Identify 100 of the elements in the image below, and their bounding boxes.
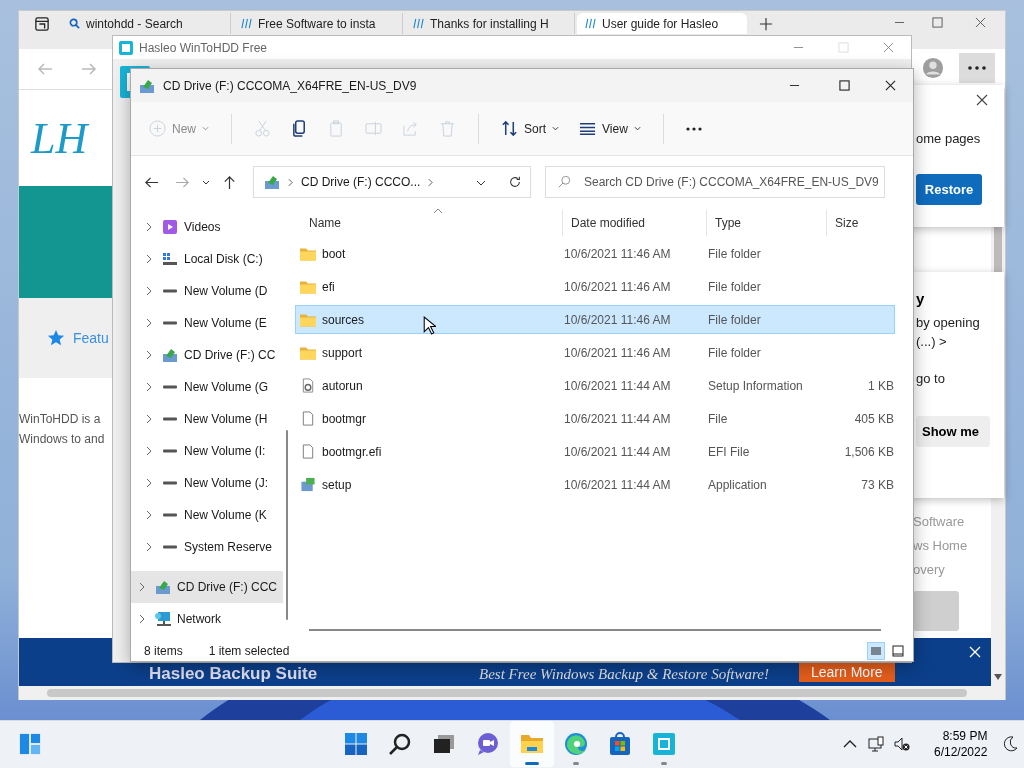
nav-item[interactable]: CD Drive (F:) CCC [131, 571, 283, 603]
new-tab-icon[interactable] [759, 17, 773, 31]
breadcrumb[interactable]: CD Drive (F:) CCCO... [301, 175, 421, 189]
tab-title: User guide for Hasleo [602, 16, 719, 31]
search-icon [557, 175, 571, 189]
up-arrow-icon[interactable] [222, 174, 237, 190]
nav-item[interactable]: New Volume (K [131, 499, 283, 531]
file-row[interactable]: efi 10/6/2021 11:46 AM File folder [295, 272, 895, 301]
browser-tab[interactable]: User guide for Hasleo [577, 13, 747, 34]
network-icon[interactable] [868, 736, 884, 752]
drive-icon [162, 513, 178, 517]
file-row[interactable]: setup 10/6/2021 11:44 AM Application 73 KB [295, 470, 895, 499]
scrollbar[interactable] [286, 430, 288, 620]
nav-item[interactable]: System Reserve [131, 531, 283, 563]
learn-more-button[interactable]: Learn More [799, 662, 895, 682]
table-cell-text: 1,506 KB [843, 444, 894, 459]
chevron-right-icon[interactable] [146, 382, 152, 392]
maximize-icon[interactable] [932, 17, 943, 28]
nav-item[interactable]: New Volume (E [131, 307, 283, 339]
site-logo-icon [413, 18, 424, 29]
address-bar[interactable]: CD Drive (F:) CCCO... [253, 166, 531, 198]
close-icon[interactable] [885, 80, 896, 91]
tab-actions-icon[interactable] [35, 17, 49, 31]
close-icon[interactable] [976, 94, 988, 106]
view-button[interactable]: View [571, 114, 649, 143]
scissors-icon [254, 120, 271, 137]
nav-item[interactable]: New Volume (I: [131, 435, 283, 467]
popup-text: by opening [916, 315, 981, 330]
file-row[interactable]: autorun 10/6/2021 11:44 AM Setup Information 1 KB [295, 371, 895, 400]
caret-icon [202, 126, 209, 131]
plus-circle-icon [149, 120, 166, 137]
details-view-button[interactable] [867, 642, 885, 660]
file-row[interactable]: support 10/6/2021 11:46 AM File folder [295, 338, 895, 367]
chevron-right-icon[interactable] [139, 582, 145, 592]
store-bag-icon [608, 732, 632, 756]
nav-item[interactable]: New Volume (G [131, 371, 283, 403]
chevron-right-icon[interactable] [139, 614, 145, 624]
chevron-right-icon[interactable] [146, 510, 152, 520]
chevron-right-icon[interactable] [146, 478, 152, 488]
speaker-muted-icon[interactable] [894, 736, 910, 752]
file-row[interactable]: sources 10/6/2021 11:46 AM File folder [295, 305, 895, 334]
scrollbar-thumb[interactable] [47, 689, 967, 697]
chevron-right-icon[interactable] [146, 286, 152, 296]
browser-tab[interactable]: Free Software to insta [233, 13, 403, 34]
more-dots-icon[interactable] [959, 53, 995, 83]
moon-icon[interactable] [1003, 736, 1020, 752]
dropdown-caret-icon[interactable] [476, 180, 486, 186]
sort-arrows-icon [501, 120, 518, 137]
file-name: boot [322, 246, 346, 261]
column-header[interactable]: Date modified [563, 210, 707, 236]
chevron-right-icon[interactable] [146, 222, 152, 232]
file-row[interactable]: boot 10/6/2021 11:46 AM File folder [295, 239, 895, 268]
drive-icon [162, 545, 178, 549]
clock-time[interactable]: 8:59 PM [942, 729, 988, 743]
folder-icon [520, 732, 544, 756]
chevron-right-icon[interactable] [146, 254, 152, 264]
clock-date[interactable]: 6/12/2022 [934, 745, 988, 759]
nav-item[interactable]: New Volume (D [131, 275, 283, 307]
caret-icon[interactable] [202, 179, 210, 185]
nav-item[interactable]: Network [131, 603, 283, 635]
sort-button[interactable]: Sort [493, 114, 568, 143]
browser-tab[interactable]: Thanks for installing H [405, 13, 575, 34]
file-name: bootmgr [322, 411, 367, 426]
browser-icon [564, 732, 588, 756]
chevron-right-icon[interactable] [288, 177, 293, 187]
folder-icon [300, 246, 316, 261]
nav-item[interactable]: CD Drive (F:) CC [131, 339, 283, 371]
disc-drive-icon [139, 77, 155, 94]
intro-text: Windows to and [19, 432, 106, 446]
nav-item[interactable]: New Volume (H [131, 403, 283, 435]
column-header[interactable]: Size [827, 210, 905, 236]
browser-tab[interactable]: wintohdd - Search [61, 13, 231, 34]
table-cell-text: 73 KB [860, 477, 894, 492]
chevron-right-icon[interactable] [146, 446, 152, 456]
nav-item[interactable]: Local Disk (C:) [131, 243, 283, 275]
tiles-view-button[interactable] [889, 642, 907, 660]
scrollbar[interactable] [309, 629, 881, 631]
profile-avatar-icon[interactable] [922, 57, 944, 79]
show-me-button[interactable]: Show me [916, 416, 990, 447]
nav-item[interactable]: New Volume (J: [131, 467, 283, 499]
search-field[interactable]: Search CD Drive (F:) CCCOMA_X64FRE_EN-US_DV9 [545, 166, 885, 198]
file-row[interactable]: bootmgr 10/6/2021 11:44 AM File 405 KB [295, 404, 895, 433]
item-count: 8 items [144, 644, 183, 658]
chevron-right-icon[interactable] [146, 414, 152, 424]
widgets-icon[interactable] [19, 733, 41, 755]
horizontal-scrollbar[interactable] [19, 686, 1005, 700]
scroll-down-icon[interactable] [993, 674, 1003, 680]
table-cell-text: Setup Information [707, 378, 804, 393]
column-header[interactable]: Name [301, 210, 563, 236]
column-header[interactable]: Type [707, 210, 827, 236]
nav-item[interactable]: Videos [131, 211, 283, 243]
chevron-right-icon[interactable] [428, 177, 434, 187]
maximize-icon[interactable] [839, 80, 850, 91]
chevron-right-icon[interactable] [146, 542, 152, 552]
refresh-icon[interactable] [508, 175, 522, 189]
file-row[interactable]: bootmgr.efi 10/6/2021 11:44 AM EFI File 1,506 KB [295, 437, 895, 466]
chevron-right-icon[interactable] [146, 350, 152, 360]
table-cell-text: 1 KB [867, 378, 894, 393]
chevron-right-icon[interactable] [146, 318, 152, 328]
restore-button[interactable]: Restore [916, 174, 982, 205]
